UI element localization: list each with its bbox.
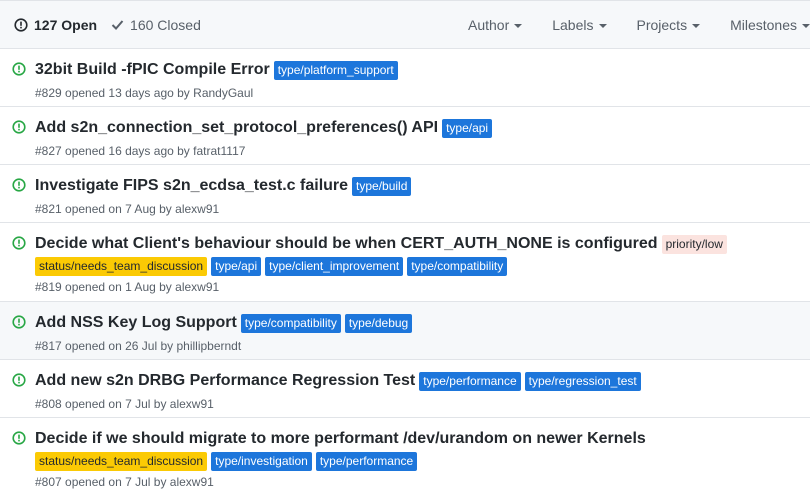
author-link[interactable]: alexw91 — [170, 475, 214, 489]
author-link[interactable]: alexw91 — [175, 280, 219, 294]
issue-row[interactable]: Add new s2n DRBG Performance Regression … — [0, 360, 810, 418]
issue-label[interactable]: type/debug — [344, 314, 413, 333]
caret-down-icon — [514, 23, 523, 28]
author-link[interactable]: fatrat1117 — [193, 144, 245, 158]
issue-label[interactable]: status/needs_team_discussion — [35, 452, 208, 471]
issue-title-link[interactable]: 32bit Build -fPIC Compile Error — [35, 58, 270, 82]
issue-row[interactable]: Decide if we should migrate to more perf… — [0, 418, 810, 497]
issue-label[interactable]: type/regression_test — [524, 372, 641, 391]
author-link[interactable]: alexw91 — [170, 397, 214, 411]
issue-opened-icon — [12, 315, 26, 334]
issue-label[interactable]: type/build — [352, 177, 412, 196]
issue-label[interactable]: type/api — [211, 257, 262, 276]
author-filter-dropdown[interactable]: Author — [468, 17, 523, 33]
filter-bar: Author Labels Projects Milestones — [468, 1, 810, 48]
closed-count-label: 160 Closed — [130, 16, 201, 33]
issue-label[interactable]: priority/low — [661, 235, 727, 254]
issue-row[interactable]: Investigate FIPS s2n_ecdsa_test.c failur… — [0, 165, 810, 223]
check-icon — [111, 18, 124, 31]
author-link[interactable]: alexw91 — [175, 202, 219, 216]
issue-title-link[interactable]: Decide if we should migrate to more perf… — [35, 427, 646, 451]
caret-down-icon — [802, 23, 810, 28]
issue-label[interactable]: type/compatibility — [407, 257, 508, 276]
issue-title-link[interactable]: Add s2n_connection_set_protocol_preferen… — [35, 116, 438, 140]
issue-label[interactable]: type/platform_support — [273, 61, 398, 80]
issue-meta: #819 opened on 1 Aug by alexw91 — [35, 280, 220, 294]
labels-filter-dropdown[interactable]: Labels — [552, 17, 607, 33]
issue-row[interactable]: 32bit Build -fPIC Compile Error type/pla… — [0, 49, 810, 107]
issue-meta: #829 opened 13 days ago by RandyGaul — [35, 86, 254, 100]
issue-label[interactable]: type/client_improvement — [265, 257, 404, 276]
caret-down-icon — [598, 23, 607, 28]
issue-opened-icon — [12, 62, 26, 81]
issue-label[interactable]: type/performance — [419, 372, 521, 391]
issue-meta: #817 opened on 26 Jul by phillipberndt — [35, 339, 242, 353]
closed-issues-tab[interactable]: 160 Closed — [111, 17, 201, 33]
author-link[interactable]: phillipberndt — [176, 339, 241, 353]
open-count-label: 127 Open — [34, 16, 98, 33]
issue-opened-icon — [12, 431, 26, 450]
issue-opened-icon — [12, 373, 26, 392]
issue-opened-icon — [14, 17, 28, 32]
issue-meta: #807 opened on 7 Jul by alexw91 — [35, 475, 214, 489]
issues-list-header: 127 Open 160 Closed Author Labels Projec… — [0, 0, 810, 49]
issue-label[interactable]: type/compatibility — [240, 314, 341, 333]
milestones-filter-dropdown[interactable]: Milestones — [730, 17, 810, 33]
issue-row[interactable]: Add NSS Key Log Support type/compatibili… — [0, 302, 810, 360]
issue-meta: #821 opened on 7 Aug by alexw91 — [35, 202, 220, 216]
caret-down-icon — [692, 23, 701, 28]
issue-title-link[interactable]: Investigate FIPS s2n_ecdsa_test.c failur… — [35, 174, 348, 198]
issue-meta: #808 opened on 7 Jul by alexw91 — [35, 397, 214, 411]
issue-label[interactable]: type/api — [442, 119, 493, 138]
issue-title-link[interactable]: Decide what Client's behaviour should be… — [35, 232, 658, 256]
issue-row[interactable]: Decide what Client's behaviour should be… — [0, 223, 810, 302]
issue-opened-icon — [12, 236, 26, 255]
author-link[interactable]: RandyGaul — [193, 86, 253, 100]
issue-label[interactable]: type/performance — [315, 452, 418, 471]
issue-label[interactable]: status/needs_team_discussion — [35, 257, 208, 276]
issue-label[interactable]: type/investigation — [211, 452, 312, 471]
issue-meta: #827 opened 16 days ago by fatrat1117 — [35, 144, 246, 158]
issue-title-link[interactable]: Add NSS Key Log Support — [35, 311, 237, 335]
issue-opened-icon — [12, 120, 26, 139]
projects-filter-dropdown[interactable]: Projects — [637, 17, 701, 33]
open-issues-tab[interactable]: 127 Open — [14, 17, 97, 33]
issue-title-link[interactable]: Add new s2n DRBG Performance Regression … — [35, 369, 415, 393]
issue-row[interactable]: Add s2n_connection_set_protocol_preferen… — [0, 107, 810, 165]
issue-opened-icon — [12, 178, 26, 197]
